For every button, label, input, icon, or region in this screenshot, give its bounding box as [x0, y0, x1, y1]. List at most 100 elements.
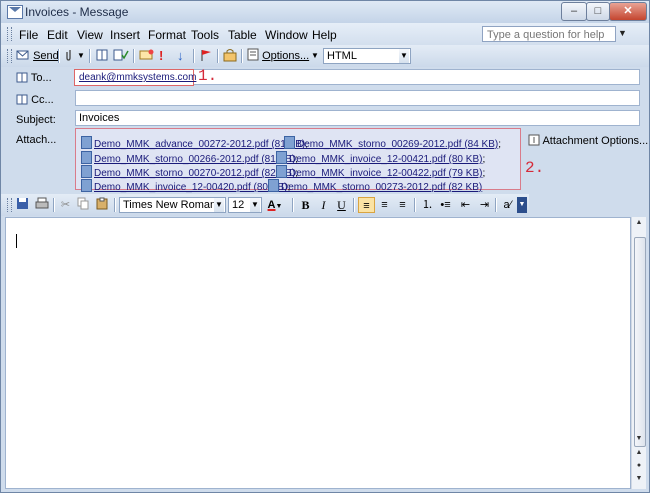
separator — [133, 49, 134, 63]
menu-insert[interactable]: Insert — [110, 28, 140, 42]
numbering-icon: ⒈ — [422, 199, 433, 211]
font-size-select[interactable]: 12 ▼ — [228, 197, 262, 213]
subject-label: Subject: — [16, 114, 56, 126]
maximize-button[interactable]: □ — [586, 2, 610, 21]
bullets-icon: •≡ — [440, 199, 451, 211]
font-name-select[interactable]: Times New Roman ▼ — [119, 197, 226, 213]
title-bar: Invoices - Message – □ ✕ — [1, 1, 649, 23]
message-format-select[interactable]: HTML ▼ — [323, 48, 411, 64]
options-dropdown[interactable]: ▼ — [311, 48, 319, 64]
menu-help[interactable]: Help — [312, 28, 337, 42]
menu-tools[interactable]: Tools — [191, 28, 219, 42]
vertical-scrollbar[interactable]: ▲ ▼ ▲ ● ▼ — [631, 217, 646, 489]
options-button[interactable]: Options... — [247, 48, 309, 64]
insert-item-button[interactable] — [139, 48, 154, 64]
decrease-indent-button[interactable]: ⇤ — [457, 197, 474, 213]
menu-file[interactable]: File — [19, 28, 38, 42]
address-book-button[interactable] — [95, 48, 109, 64]
italic-button[interactable]: I — [315, 197, 332, 213]
help-search-input[interactable]: Type a question for help — [482, 26, 616, 42]
copy-button[interactable] — [75, 197, 92, 213]
paste-button[interactable] — [94, 197, 111, 213]
cc-button[interactable]: Cc... — [16, 94, 54, 106]
align-center-button[interactable]: ≡ — [376, 197, 393, 213]
previous-page-icon[interactable]: ▲ — [633, 449, 645, 456]
close-button[interactable]: ✕ — [609, 2, 647, 21]
address-book-icon — [16, 72, 28, 83]
to-button[interactable]: To... — [16, 72, 52, 84]
send-button[interactable]: Send — [16, 48, 59, 64]
menu-edit[interactable]: Edit — [47, 28, 68, 42]
print-icon — [35, 197, 48, 209]
to-recipient-chip[interactable]: deank@mmksystems.com — [74, 69, 196, 86]
attachment-item[interactable]: Demo_MMK_invoice_12-00420.pdf (80 KB); — [81, 179, 290, 193]
save-button[interactable] — [14, 197, 31, 213]
permission-button[interactable] — [223, 48, 237, 64]
attachment-item[interactable]: Demo_MMK_storno_00266-2012.pdf (81 KB); — [81, 151, 298, 165]
cut-icon: ✂ — [60, 199, 71, 211]
numbering-button[interactable]: ⒈ — [419, 197, 436, 213]
separator — [53, 198, 54, 212]
underline-button[interactable]: U — [333, 197, 350, 213]
toolbar-grip[interactable] — [7, 198, 12, 212]
annotation-marker-2: 2. — [525, 159, 545, 177]
font-color-icon: A — [267, 199, 276, 211]
attachment-item[interactable]: Demo_MMK_storno_00269-2012.pdf (84 KB); — [284, 136, 501, 150]
send-label: Send — [33, 50, 59, 62]
toolbar-options-button[interactable]: ▼ — [517, 197, 527, 213]
print-button[interactable] — [33, 197, 50, 213]
attachment-item[interactable]: Demo_MMK_invoice_12-00421.pdf (80 KB); — [276, 151, 485, 165]
attachment-item[interactable]: Demo_MMK_storno_00273-2012.pdf (82 KB) — [268, 179, 482, 193]
select-browse-object-icon[interactable]: ● — [633, 462, 645, 469]
follow-up-flag-button[interactable] — [200, 48, 212, 64]
attachment-item[interactable]: Demo_MMK_advance_00272-2012.pdf (81 KB); — [81, 136, 308, 150]
menu-format[interactable]: Format — [148, 28, 186, 42]
attach-file-button[interactable] — [64, 48, 74, 64]
font-color-button[interactable]: A▼ — [265, 197, 285, 213]
importance-low-button[interactable]: ↓ — [177, 48, 184, 64]
attachment-item[interactable]: Demo_MMK_storno_00270-2012.pdf (82 KB); — [81, 165, 298, 179]
scroll-up-icon[interactable]: ▲ — [633, 219, 645, 226]
align-right-button[interactable]: ≡ — [394, 197, 411, 213]
style-button[interactable]: a⁄ — [499, 197, 516, 213]
separator — [292, 198, 293, 212]
increase-indent-button[interactable]: ⇥ — [476, 197, 493, 213]
flag-icon — [201, 50, 211, 61]
subject-field[interactable]: Invoices — [75, 110, 640, 126]
chevron-down-icon: ▼ — [518, 201, 526, 208]
cc-field[interactable] — [75, 90, 640, 106]
chevron-down-icon: ▼ — [214, 198, 224, 212]
scroll-down-icon[interactable]: ▼ — [633, 435, 645, 442]
style-icon: a⁄ — [503, 199, 512, 211]
save-icon — [17, 198, 28, 209]
bullets-button[interactable]: •≡ — [437, 197, 454, 213]
chevron-down-icon: ▼ — [250, 198, 260, 212]
pdf-file-icon — [276, 151, 287, 164]
toolbar-grip[interactable] — [7, 49, 12, 63]
attachment-options-label: Attachment Options... — [542, 135, 649, 147]
pdf-file-icon — [268, 179, 279, 192]
importance-high-button[interactable]: ! — [159, 48, 163, 64]
menu-view[interactable]: View — [77, 28, 103, 42]
bold-button[interactable]: B — [297, 197, 314, 213]
attachment-item[interactable]: Demo_MMK_invoice_12-00422.pdf (79 KB); — [276, 165, 485, 179]
options-label: Options... — [262, 50, 310, 62]
separator — [114, 198, 115, 212]
message-format-value: HTML — [327, 50, 357, 62]
minimize-button[interactable]: – — [561, 2, 587, 21]
menu-window[interactable]: Window — [265, 28, 308, 42]
address-book-icon — [96, 49, 108, 61]
increase-indent-icon: ⇥ — [479, 199, 490, 211]
scroll-thumb[interactable] — [634, 237, 646, 447]
subject-value: Invoices — [79, 112, 120, 124]
cut-button[interactable]: ✂ — [57, 197, 74, 213]
chevron-down-icon[interactable]: ▼ — [618, 28, 627, 38]
message-body-editor[interactable] — [5, 217, 631, 489]
attach-dropdown[interactable]: ▼ — [77, 48, 85, 64]
attachment-options-button[interactable]: Attachment Options... — [528, 134, 648, 147]
check-names-button[interactable] — [113, 48, 129, 64]
next-page-icon[interactable]: ▼ — [633, 475, 645, 482]
menu-table[interactable]: Table — [228, 28, 257, 42]
align-left-button[interactable]: ≡ — [358, 197, 375, 213]
toolbar-grip[interactable] — [7, 27, 12, 41]
